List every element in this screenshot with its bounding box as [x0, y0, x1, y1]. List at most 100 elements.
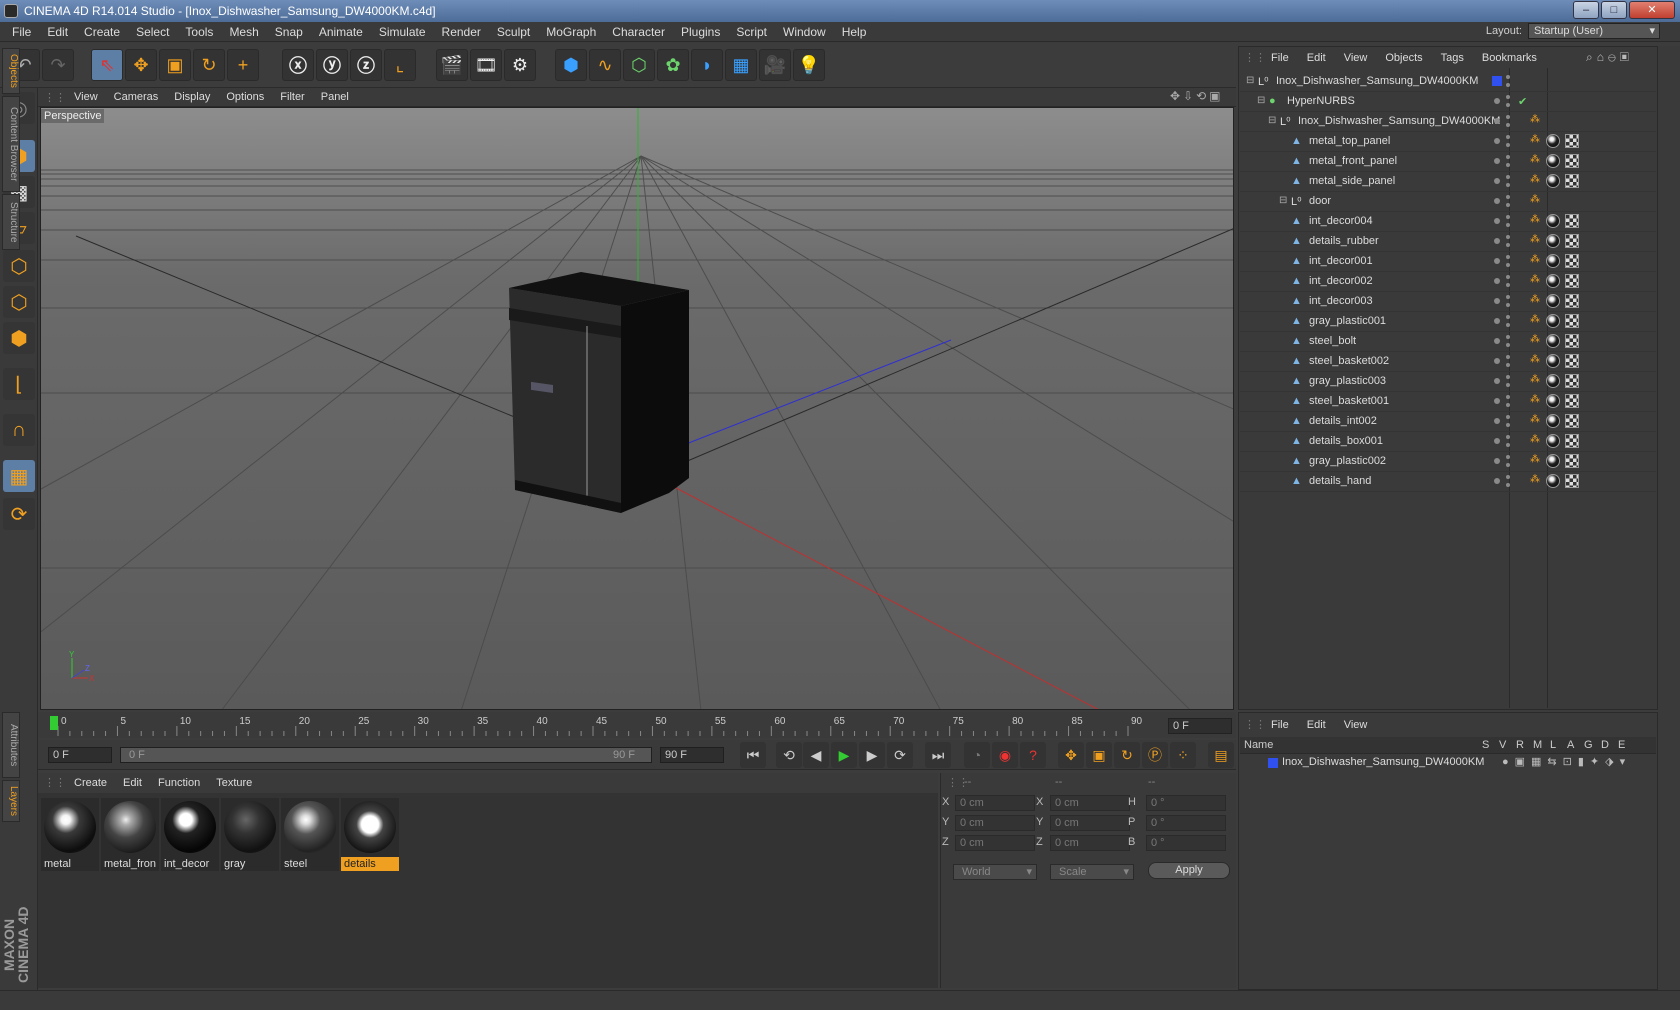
object-row-inox-dishwasher-samsung-dw4000km[interactable]: ⊟ L⁰ Inox_Dishwasher_Samsung_DW4000KM — [1240, 72, 1656, 92]
visibility-dot[interactable] — [1494, 158, 1500, 164]
editor-visibility-dot[interactable] — [1506, 295, 1510, 299]
visibility-dot[interactable] — [1494, 178, 1500, 184]
menu-item-mograph[interactable]: MoGraph — [538, 25, 604, 39]
editor-visibility-dot[interactable] — [1506, 255, 1510, 259]
rotate-icon[interactable]: ↻ — [193, 49, 225, 81]
editor-visibility-dot[interactable] — [1506, 235, 1510, 239]
phong-tag-icon[interactable]: ⁂ — [1530, 175, 1540, 185]
menu-item-panel[interactable]: Panel — [313, 91, 357, 103]
menu-item-view[interactable]: View — [1335, 719, 1377, 731]
live-selection-icon[interactable]: ⇖ — [91, 49, 123, 81]
phong-tag-icon[interactable]: ⁂ — [1530, 355, 1540, 365]
render-picture-viewer-icon[interactable]: 🎞 — [470, 49, 502, 81]
uvw-tag-icon[interactable] — [1565, 234, 1579, 248]
object-row-int-decor002[interactable]: ▲ int_decor002 ⁂ — [1240, 272, 1656, 292]
collapse-icon[interactable]: ⊟ — [1268, 115, 1280, 127]
visibility-dot[interactable] — [1494, 378, 1500, 384]
object-row-door[interactable]: ⊟ L⁰ door ⁂ — [1240, 192, 1656, 212]
phong-tag-icon[interactable]: ⁂ — [1530, 455, 1540, 465]
layer-flag-icons[interactable]: ●▣▦⇆⊡▮✦⬗▾ — [1502, 755, 1631, 768]
range-slider[interactable]: 0 F 90 F — [120, 747, 652, 763]
menu-item-file[interactable]: File — [1262, 719, 1298, 731]
editor-visibility-dot[interactable] — [1506, 395, 1510, 399]
uvw-tag-icon[interactable] — [1565, 294, 1579, 308]
phong-tag-icon[interactable]: ⁂ — [1530, 195, 1540, 205]
minimize-button[interactable]: – — [1573, 1, 1599, 19]
phong-tag-icon[interactable]: ⁂ — [1530, 435, 1540, 445]
editor-visibility-dot[interactable] — [1506, 475, 1510, 479]
phong-tag-icon[interactable]: ⁂ — [1530, 375, 1540, 385]
x-axis-lock-icon[interactable]: ⓧ — [282, 49, 314, 81]
menu-item-snap[interactable]: Snap — [267, 25, 311, 39]
tab-content-browser[interactable]: Content Browser — [2, 96, 20, 192]
uvw-tag-icon[interactable] — [1565, 334, 1579, 348]
material-tag-icon[interactable] — [1546, 414, 1560, 428]
render-visibility-dot[interactable] — [1506, 163, 1510, 167]
material-tag-icon[interactable] — [1546, 294, 1560, 308]
tab-structure[interactable]: Structure — [2, 194, 20, 250]
menu-item-function[interactable]: Function — [150, 777, 208, 789]
workplane-lock-icon[interactable]: ▦ — [3, 460, 35, 492]
go-to-end-icon[interactable]: ⏭ — [925, 742, 951, 768]
visibility-dot[interactable] — [1494, 418, 1500, 424]
apply-button[interactable]: Apply — [1148, 862, 1230, 879]
visibility-dot[interactable] — [1494, 338, 1500, 344]
material-tag-icon[interactable] — [1546, 454, 1560, 468]
material-tag-icon[interactable] — [1546, 394, 1560, 408]
key-scale-icon[interactable]: ▣ — [1086, 742, 1112, 768]
editor-visibility-dot[interactable] — [1506, 175, 1510, 179]
coord-field[interactable]: 0 cm — [1050, 795, 1130, 811]
autokey-icon[interactable]: ◉ — [992, 742, 1018, 768]
menu-item-texture[interactable]: Texture — [208, 777, 260, 789]
menu-item-view[interactable]: View — [1335, 52, 1377, 64]
coord-mode-dropdown[interactable]: Scale ▾ — [1050, 864, 1134, 880]
phong-tag-icon[interactable]: ⁂ — [1530, 115, 1540, 125]
uvw-tag-icon[interactable] — [1565, 174, 1579, 188]
render-visibility-dot[interactable] — [1506, 343, 1510, 347]
timeline-window-icon[interactable]: ▤ — [1208, 742, 1234, 768]
editor-visibility-dot[interactable] — [1506, 195, 1510, 199]
render-visibility-dot[interactable] — [1506, 383, 1510, 387]
render-visibility-dot[interactable] — [1506, 323, 1510, 327]
light-icon[interactable]: 💡 — [793, 49, 825, 81]
y-axis-lock-icon[interactable]: ⓨ — [316, 49, 348, 81]
visibility-dot[interactable] — [1494, 278, 1500, 284]
material-steel[interactable]: steel — [281, 798, 339, 871]
object-row-metal-side-panel[interactable]: ▲ metal_side_panel ⁂ — [1240, 172, 1656, 192]
play-icon[interactable]: ▶ — [831, 742, 857, 768]
visibility-dot[interactable] — [1494, 118, 1500, 124]
next-key-icon[interactable]: ⟳ — [887, 742, 913, 768]
render-visibility-dot[interactable] — [1506, 243, 1510, 247]
menu-item-help[interactable]: Help — [834, 25, 875, 39]
phong-tag-icon[interactable]: ⁂ — [1530, 155, 1540, 165]
render-visibility-dot[interactable] — [1506, 463, 1510, 467]
material-tag-icon[interactable] — [1546, 214, 1560, 228]
uvw-tag-icon[interactable] — [1565, 394, 1579, 408]
menu-item-bookmarks[interactable]: Bookmarks — [1473, 52, 1546, 64]
uvw-tag-icon[interactable] — [1565, 454, 1579, 468]
editor-visibility-dot[interactable] — [1506, 455, 1510, 459]
uvw-tag-icon[interactable] — [1565, 434, 1579, 448]
object-row-gray-plastic003[interactable]: ▲ gray_plastic003 ⁂ — [1240, 372, 1656, 392]
uvw-tag-icon[interactable] — [1565, 134, 1579, 148]
menu-item-character[interactable]: Character — [604, 25, 673, 39]
tab-layers[interactable]: Layers — [2, 780, 20, 822]
collapse-icon[interactable]: ⊟ — [1257, 95, 1269, 107]
cube-icon[interactable]: ⬢ — [555, 49, 587, 81]
material-tag-icon[interactable] — [1546, 174, 1560, 188]
previous-key-icon[interactable]: ⟲ — [776, 742, 802, 768]
layer-col-a[interactable]: A — [1567, 739, 1574, 751]
key-move-icon[interactable]: ✥ — [1058, 742, 1084, 768]
editor-visibility-dot[interactable] — [1506, 435, 1510, 439]
material-tag-icon[interactable] — [1546, 274, 1560, 288]
material-details[interactable]: details — [341, 798, 399, 871]
phong-tag-icon[interactable]: ⁂ — [1530, 295, 1540, 305]
next-frame-icon[interactable]: ▶ — [859, 742, 885, 768]
playhead[interactable] — [50, 716, 58, 730]
uvw-tag-icon[interactable] — [1565, 254, 1579, 268]
material-tag-icon[interactable] — [1546, 334, 1560, 348]
layer-col-s[interactable]: S — [1482, 739, 1489, 751]
coord-field[interactable]: 0 cm — [1050, 835, 1130, 851]
render-visibility-dot[interactable] — [1506, 363, 1510, 367]
edges-mode-icon[interactable]: ⬡ — [3, 286, 35, 318]
